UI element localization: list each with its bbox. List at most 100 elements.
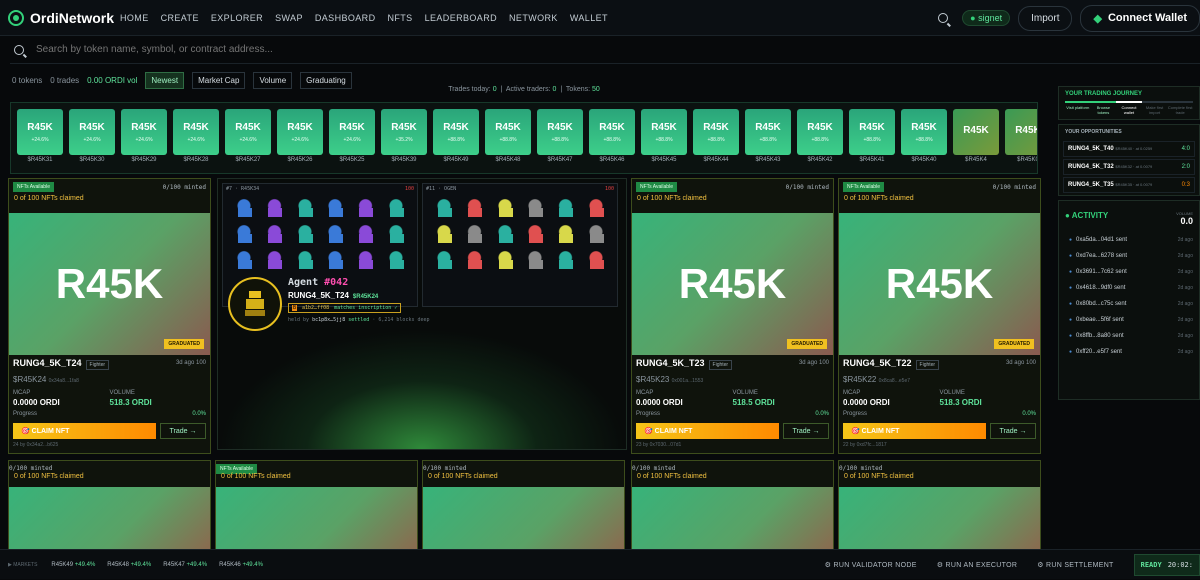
nav-create[interactable]: CREATE bbox=[161, 13, 199, 23]
nft-sprite[interactable] bbox=[582, 250, 609, 272]
nft-sprite[interactable] bbox=[231, 250, 258, 272]
nft-sprite[interactable] bbox=[522, 250, 549, 272]
search-icon[interactable] bbox=[938, 13, 949, 23]
nft-sprite[interactable] bbox=[582, 224, 609, 246]
nft-sprite[interactable] bbox=[322, 250, 349, 272]
ticker-tile[interactable]: R45K +24.6% $R45K27 bbox=[225, 109, 271, 167]
nft-sprite[interactable] bbox=[382, 224, 409, 246]
nft-sprite[interactable] bbox=[231, 198, 258, 220]
token-card[interactable]: 0/100 minted 0 of 100 NFTs claimed bbox=[838, 460, 1041, 550]
nft-sprite[interactable] bbox=[522, 198, 549, 220]
nft-sprite[interactable] bbox=[382, 250, 409, 272]
token-card[interactable]: 0/100 minted 0 of 100 NFTs claimed bbox=[631, 460, 834, 550]
opportunity-row[interactable]: RUNG4_5K_T32 $R45K32 · at 0.0079 2:0 bbox=[1063, 159, 1195, 175]
activity-item[interactable]: 0xa5da...04d1 sent 2d ago bbox=[1059, 232, 1199, 248]
ticker-tile[interactable]: R45K +88.8% $R45K48 bbox=[485, 109, 531, 167]
ticker-tile[interactable]: R45K +88.8% $R45K42 bbox=[797, 109, 843, 167]
ticker-tile[interactable]: R45K +88.8% $R45K44 bbox=[693, 109, 739, 167]
nft-sprite[interactable] bbox=[261, 250, 288, 272]
activity-item[interactable]: 0x3691...7c62 sent 2d ago bbox=[1059, 264, 1199, 280]
nft-sprite[interactable] bbox=[582, 198, 609, 220]
ticker-tile[interactable]: R45K +88.8% $R45K43 bbox=[745, 109, 791, 167]
nft-sprite[interactable] bbox=[552, 198, 579, 220]
opportunity-row[interactable]: RUNG4_5K_T40 $R45K40 · at 0.0259 4:0 bbox=[1063, 141, 1195, 157]
nav-wallet[interactable]: WALLET bbox=[570, 13, 608, 23]
nft-sprite[interactable] bbox=[291, 198, 318, 220]
ticker-tile[interactable]: R45K +35.2% $R45K39 bbox=[381, 109, 427, 167]
ticker-tile[interactable]: R45K +24.6% $R45K30 bbox=[69, 109, 115, 167]
nft-sprite[interactable] bbox=[352, 224, 379, 246]
nft-sprite[interactable] bbox=[382, 198, 409, 220]
nav-leaderboard[interactable]: LEADERBOARD bbox=[425, 13, 497, 23]
opportunity-row[interactable]: RUNG4_5K_T35 $R45K35 · at 0.0079 0:3 bbox=[1063, 177, 1195, 193]
trade-button[interactable]: Trade → bbox=[160, 423, 206, 439]
ticker-tile[interactable]: R45K +88.8% $R45K49 bbox=[433, 109, 479, 167]
nft-sprite[interactable] bbox=[322, 198, 349, 220]
token-card[interactable]: 0/100 minted 0 of 100 NFTs claimed bbox=[422, 460, 625, 550]
nft-sprite[interactable] bbox=[461, 224, 488, 246]
run-executor-button[interactable]: ⚙ RUN AN EXECUTOR bbox=[937, 561, 1018, 569]
ticker-tile[interactable]: R45K +24.6% $R45K26 bbox=[277, 109, 323, 167]
nft-sprite[interactable] bbox=[261, 198, 288, 220]
activity-item[interactable]: 0xff20...e5f7 sent 2d ago bbox=[1059, 344, 1199, 360]
ticker-tile[interactable]: R45K +88.8% $R45K40 bbox=[901, 109, 947, 167]
market-tick[interactable]: R45K46 +49.4% bbox=[219, 562, 263, 568]
agent-overlay[interactable]: Agent #042 RUNG4_5K_T24 $R45K24 B a1b2…ff… bbox=[224, 271, 444, 347]
activity-item[interactable]: 0xbeae...5f6f sent 2d ago bbox=[1059, 312, 1199, 328]
nft-sprite[interactable] bbox=[231, 224, 258, 246]
market-tick[interactable]: R45K48 +49.4% bbox=[107, 562, 151, 568]
token-card[interactable]: NFTs Available 0/100 minted 0 of 100 NFTs … bbox=[631, 178, 834, 454]
activity-item[interactable]: 0xd7ea...6278 sent 2d ago bbox=[1059, 248, 1199, 264]
nft-sprite[interactable] bbox=[322, 224, 349, 246]
gallery-right[interactable]: #11 · OGEN 100 bbox=[422, 183, 618, 307]
nav-dashboard[interactable]: DASHBOARD bbox=[315, 13, 376, 23]
activity-item[interactable]: 0x8ffb...8a80 sent 2d ago bbox=[1059, 328, 1199, 344]
nft-sprite[interactable] bbox=[291, 224, 318, 246]
nft-sprite[interactable] bbox=[431, 198, 458, 220]
claim-nft-button[interactable]: 🎯 CLAIM NFT bbox=[843, 423, 986, 439]
nft-sprite[interactable] bbox=[461, 198, 488, 220]
market-tick[interactable]: R45K47 +49.4% bbox=[163, 562, 207, 568]
activity-item[interactable]: 0x4618...9df0 sent 2d ago bbox=[1059, 280, 1199, 296]
nav-swap[interactable]: SWAP bbox=[275, 13, 303, 23]
nft-sprite[interactable] bbox=[491, 224, 518, 246]
ticker-tile[interactable]: R45K $R45K0 bbox=[1005, 109, 1037, 167]
token-card[interactable]: 0/100 minted 0 of 100 NFTs claimed bbox=[8, 460, 211, 550]
nft-sprite[interactable] bbox=[431, 250, 458, 272]
nav-nfts[interactable]: NFTS bbox=[387, 13, 412, 23]
trade-button[interactable]: Trade → bbox=[783, 423, 829, 439]
nft-sprite[interactable] bbox=[352, 250, 379, 272]
ticker-tile[interactable]: R45K +88.8% $R45K41 bbox=[849, 109, 895, 167]
search-input[interactable] bbox=[36, 44, 1196, 55]
run-settlement-button[interactable]: ⚙ RUN SETTLEMENT bbox=[1037, 561, 1113, 569]
nav-network[interactable]: NETWORK bbox=[509, 13, 558, 23]
nft-sprite[interactable] bbox=[352, 198, 379, 220]
ticker-tile[interactable]: R45K +24.6% $R45K25 bbox=[329, 109, 375, 167]
market-tick[interactable]: R45K49 +49.4% bbox=[51, 562, 95, 568]
claim-nft-button[interactable]: 🎯 CLAIM NFT bbox=[13, 423, 156, 439]
nav-home[interactable]: HOME bbox=[120, 13, 149, 23]
trade-button[interactable]: Trade → bbox=[990, 423, 1036, 439]
ticker-tile[interactable]: R45K +88.8% $R45K45 bbox=[641, 109, 687, 167]
import-button[interactable]: Import bbox=[1018, 5, 1073, 31]
nft-sprite[interactable] bbox=[431, 224, 458, 246]
token-card[interactable]: NFTs Available 0/100 minted 0 of 100 NFTs … bbox=[838, 178, 1041, 454]
nav-explorer[interactable]: EXPLORER bbox=[211, 13, 263, 23]
ticker-tile[interactable]: R45K +24.6% $R45K28 bbox=[173, 109, 219, 167]
nft-sprite[interactable] bbox=[461, 250, 488, 272]
run-validator-button[interactable]: ⚙ RUN VALIDATOR NODE bbox=[825, 561, 917, 569]
token-card[interactable]: NFTs Available 0/100 minted 0 of 100 NFTs … bbox=[8, 178, 211, 454]
ticker-tile[interactable]: R45K +88.8% $R45K46 bbox=[589, 109, 635, 167]
claim-nft-button[interactable]: 🎯 CLAIM NFT bbox=[636, 423, 779, 439]
nft-sprite[interactable] bbox=[522, 224, 549, 246]
nft-sprite[interactable] bbox=[491, 250, 518, 272]
activity-item[interactable]: 0x80bd...c75c sent 2d ago bbox=[1059, 296, 1199, 312]
ticker-tile[interactable]: R45K $R45K4 bbox=[953, 109, 999, 167]
connect-wallet-button[interactable]: ◆ Connect Wallet bbox=[1080, 4, 1200, 32]
logo[interactable]: OrdiNetwork bbox=[8, 9, 120, 26]
ticker-tile[interactable]: R45K +24.6% $R45K31 bbox=[17, 109, 63, 167]
nft-sprite[interactable] bbox=[552, 250, 579, 272]
ticker-tile[interactable]: R45K +24.6% $R45K29 bbox=[121, 109, 167, 167]
network-badge[interactable]: signet bbox=[962, 10, 1011, 26]
ticker-tile[interactable]: R45K +88.8% $R45K47 bbox=[537, 109, 583, 167]
